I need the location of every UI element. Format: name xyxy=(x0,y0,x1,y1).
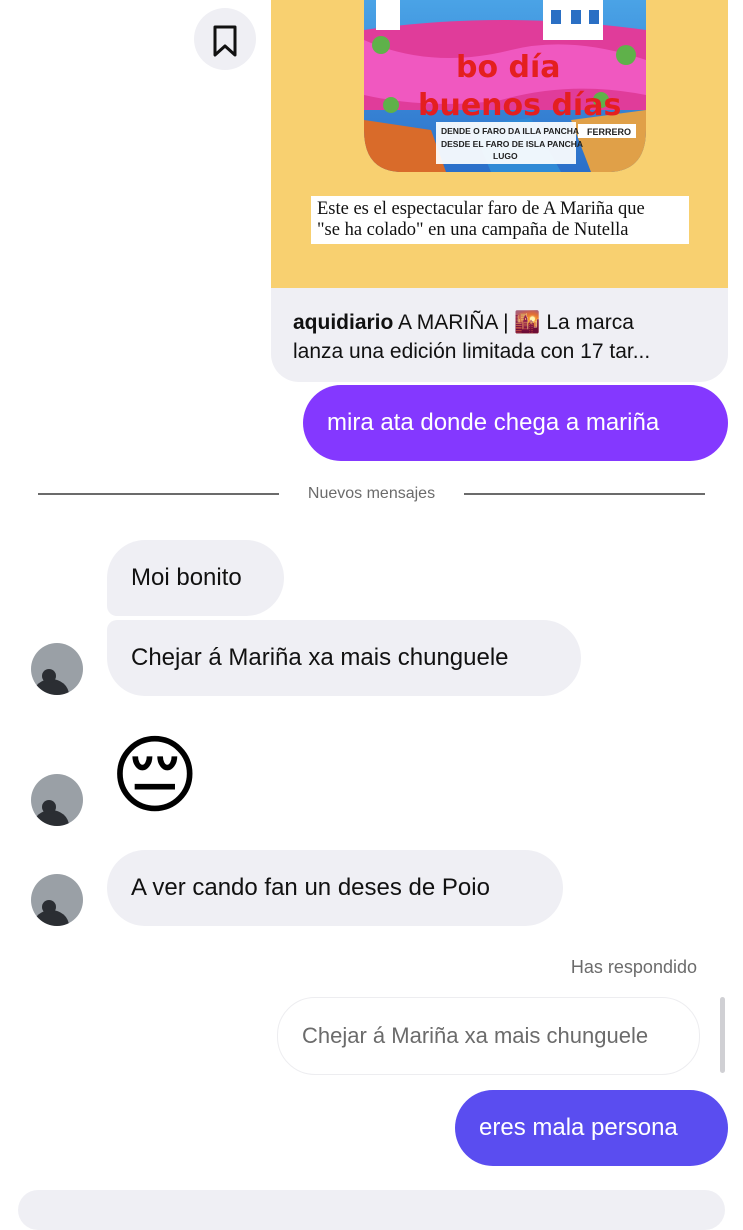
received-message[interactable]: Moi bonito xyxy=(107,540,284,616)
emoji-message[interactable]: 😔 xyxy=(110,733,200,819)
sent-message[interactable]: mira ata donde chega a mariña xyxy=(303,385,728,461)
post-caption-line-1: Este es el espectacular faro de A Mariña… xyxy=(317,199,645,219)
post-image: bo día buenos días DENDE O FARO DA ILLA … xyxy=(271,0,728,288)
post-headline-2: buenos días xyxy=(418,88,622,123)
divider-line-left xyxy=(38,493,279,495)
received-message[interactable]: A ver cando fan un deses de Poio xyxy=(107,850,563,926)
save-post-button[interactable] xyxy=(194,8,256,70)
sent-message[interactable]: eres mala persona xyxy=(455,1090,728,1166)
avatar[interactable] xyxy=(31,774,83,826)
brand-logo: FERRERO xyxy=(587,127,632,137)
post-small-line-1: DENDE O FARO DA ILLA PANCHA xyxy=(441,126,580,136)
post-caption-line-2: "se ha colado" en una campaña de Nutella xyxy=(317,220,629,240)
post-small-line-2: DESDE EL FARO DE ISLA PANCHA xyxy=(441,139,583,149)
post-text-line-1: A MARIÑA | 🌇 La marca xyxy=(398,311,634,334)
reply-label: Has respondido xyxy=(570,957,697,977)
new-messages-divider: Nuevos mensajes xyxy=(307,485,436,502)
shared-post-card[interactable]: bo día buenos días DENDE O FARO DA ILLA … xyxy=(271,0,728,382)
divider-line-right xyxy=(464,493,705,495)
avatar[interactable] xyxy=(31,874,83,926)
message-composer[interactable] xyxy=(18,1190,725,1230)
post-author[interactable]: aquidiario xyxy=(293,311,393,334)
bookmark-icon xyxy=(213,25,237,57)
received-message[interactable]: Chejar á Mariña xa mais chunguele xyxy=(107,620,581,696)
post-text-line-2: lanza una edición limitada con 17 tar... xyxy=(293,340,651,363)
post-small-line-3: LUGO xyxy=(493,151,518,161)
post-text: aquidiario A MARIÑA | 🌇 La marca lanza u… xyxy=(293,308,713,366)
reply-bar xyxy=(720,997,725,1073)
quoted-message[interactable]: Chejar á Mariña xa mais chunguele xyxy=(277,997,700,1075)
avatar[interactable] xyxy=(31,643,83,695)
post-headline-1: bo día xyxy=(456,50,561,85)
